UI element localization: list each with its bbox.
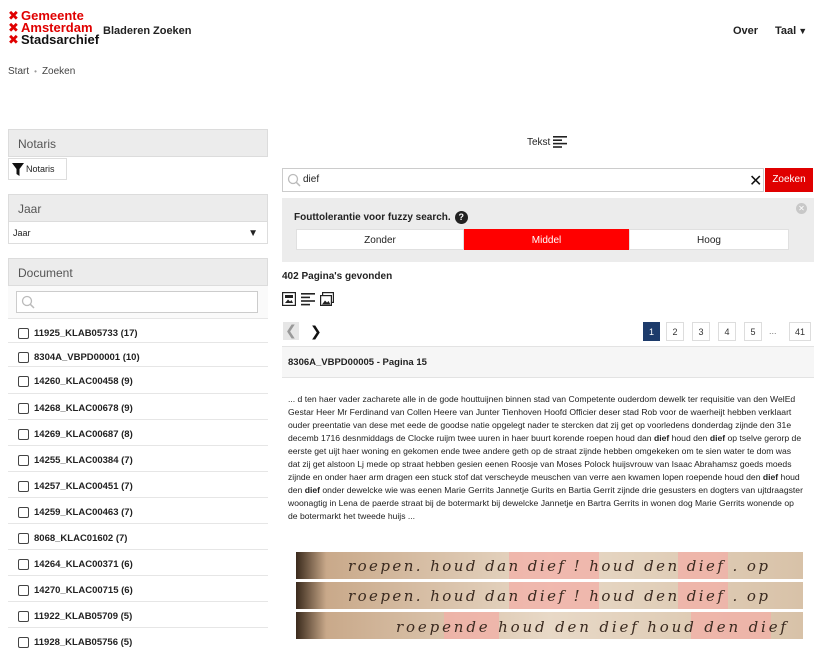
search-hit: dief	[304, 485, 321, 495]
document-search-input[interactable]	[16, 291, 258, 313]
jaar-select[interactable]: Jaar ▼	[8, 222, 268, 244]
scan-image[interactable]: roepen. houd dan dief ! houd den dief . …	[296, 552, 803, 579]
search-input-value: dief	[303, 174, 320, 185]
page-button[interactable]: 4	[718, 322, 736, 341]
tekst-label: Tekst	[527, 136, 551, 148]
search-input[interactable]: dief	[282, 168, 764, 192]
taal-label: Taal	[775, 25, 797, 37]
clear-search-icon[interactable]: ✕	[749, 171, 762, 191]
result-snippet: ... d ten haer vader zacharete alle in d…	[288, 393, 804, 523]
text-lines-icon	[553, 136, 568, 148]
result-count: 402 Pagina's gevonden	[282, 271, 393, 282]
breadcrumb-current[interactable]: Zoeken	[42, 66, 75, 77]
jaar-select-value: Jaar	[13, 228, 31, 238]
caret-down-icon: ▼	[798, 26, 808, 36]
search-icon	[21, 295, 35, 309]
breadcrumb-start[interactable]: Start	[8, 66, 29, 77]
fuzzy-option-middel[interactable]: Middel	[464, 229, 629, 250]
page-button[interactable]: 3	[692, 322, 710, 341]
search-hit: dief	[762, 472, 779, 482]
top-header: ✖ Gemeente ✖ Amsterdam ✖ Stadsarchief Blade…	[0, 0, 814, 56]
document-list-item[interactable]: 11928_KLAB05756 (5)	[8, 627, 268, 657]
text-view-icon[interactable]	[301, 292, 315, 306]
checkbox[interactable]	[18, 637, 29, 648]
fuzzy-title: Fouttolerantie voor fuzzy search. ?	[294, 211, 468, 224]
checkbox[interactable]	[18, 611, 29, 622]
document-facet-panel: 11925_KLAB05733 (17) 8304A_VBPD00001 (10…	[8, 286, 268, 657]
snippet-text: houd den	[669, 433, 710, 443]
funnel-icon	[12, 162, 24, 176]
checkbox[interactable]	[18, 328, 29, 339]
scan-text: roepen. houd dan dief ! houd den dief . …	[348, 557, 768, 575]
nav-bladeren[interactable]: Bladeren	[103, 25, 150, 37]
page-button[interactable]: 5	[744, 322, 762, 341]
zoeken-button[interactable]: Zoeken	[765, 168, 813, 192]
checkbox[interactable]	[18, 429, 29, 440]
close-icon[interactable]: ✕	[796, 203, 807, 214]
scan-image[interactable]: roepende houd den dief houd den dief	[296, 612, 803, 639]
breadcrumb-separator: •	[34, 67, 37, 76]
caret-down-icon: ▼	[248, 228, 258, 239]
checkbox[interactable]	[18, 455, 29, 466]
scan-image[interactable]: roepen. houd dan dief ! houd den dief . …	[296, 582, 803, 609]
checkbox[interactable]	[18, 533, 29, 544]
help-icon[interactable]: ?	[454, 211, 468, 224]
checkbox[interactable]	[18, 376, 29, 387]
breadcrumb: Start • Zoeken	[8, 66, 75, 77]
previous-page-button[interactable]: ❮	[283, 322, 299, 340]
page-button[interactable]: 1	[643, 322, 660, 341]
image-view-icon[interactable]	[320, 292, 334, 306]
facet-header-jaar[interactable]: Jaar	[8, 194, 268, 222]
page-button[interactable]: 2	[666, 322, 684, 341]
notaris-chip-label: Notaris	[26, 164, 55, 174]
page-button-last[interactable]: 41	[789, 322, 811, 341]
search-icon	[287, 173, 301, 187]
search-hit: dief	[653, 433, 670, 443]
checkbox[interactable]	[18, 507, 29, 518]
facet-header-document[interactable]: Document	[8, 258, 268, 286]
fuzzy-option-zonder[interactable]: Zonder	[296, 229, 464, 250]
nav-zoeken[interactable]: Zoeken	[153, 25, 192, 37]
search-hit: dief	[709, 433, 726, 443]
facet-header-notaris[interactable]: Notaris	[8, 129, 268, 157]
nav-over[interactable]: Over	[733, 25, 758, 37]
next-page-button[interactable]: ❯	[310, 322, 322, 340]
checkbox[interactable]	[18, 559, 29, 570]
checkbox[interactable]	[18, 403, 29, 414]
view-mode-switcher	[282, 292, 334, 306]
image-text-view-icon[interactable]	[282, 292, 296, 306]
checkbox[interactable]	[18, 585, 29, 596]
checkbox[interactable]	[18, 352, 29, 363]
pagination-ellipsis: ...	[769, 326, 777, 336]
checkbox[interactable]	[18, 481, 29, 492]
result-title[interactable]: 8306A_VBPD00005 - Pagina 15	[282, 346, 814, 378]
document-list-item[interactable]: 14260_KLAC00458 (9)	[8, 366, 268, 396]
logo-x-mark: ✖	[8, 32, 19, 47]
snippet-text: onder dewelcke wie was eenen Marie Gerri…	[288, 485, 803, 521]
fuzzy-search-panel: Fouttolerantie voor fuzzy search. ? ✕ Zo…	[282, 198, 814, 262]
fuzzy-option-hoog[interactable]: Hoog	[629, 229, 789, 250]
scan-text: roepen. houd dan dief ! houd den dief . …	[348, 587, 768, 605]
tekst-view-toggle[interactable]: Tekst	[527, 136, 568, 148]
notaris-filter-chip[interactable]: Notaris	[8, 158, 67, 180]
nav-taal-dropdown[interactable]: Taal ▼	[775, 25, 807, 37]
gemeente-amsterdam-logo[interactable]: ✖ Gemeente ✖ Amsterdam ✖ Stadsarchief	[8, 9, 99, 47]
scan-text: roepende houd den dief houd den dief	[396, 618, 788, 636]
